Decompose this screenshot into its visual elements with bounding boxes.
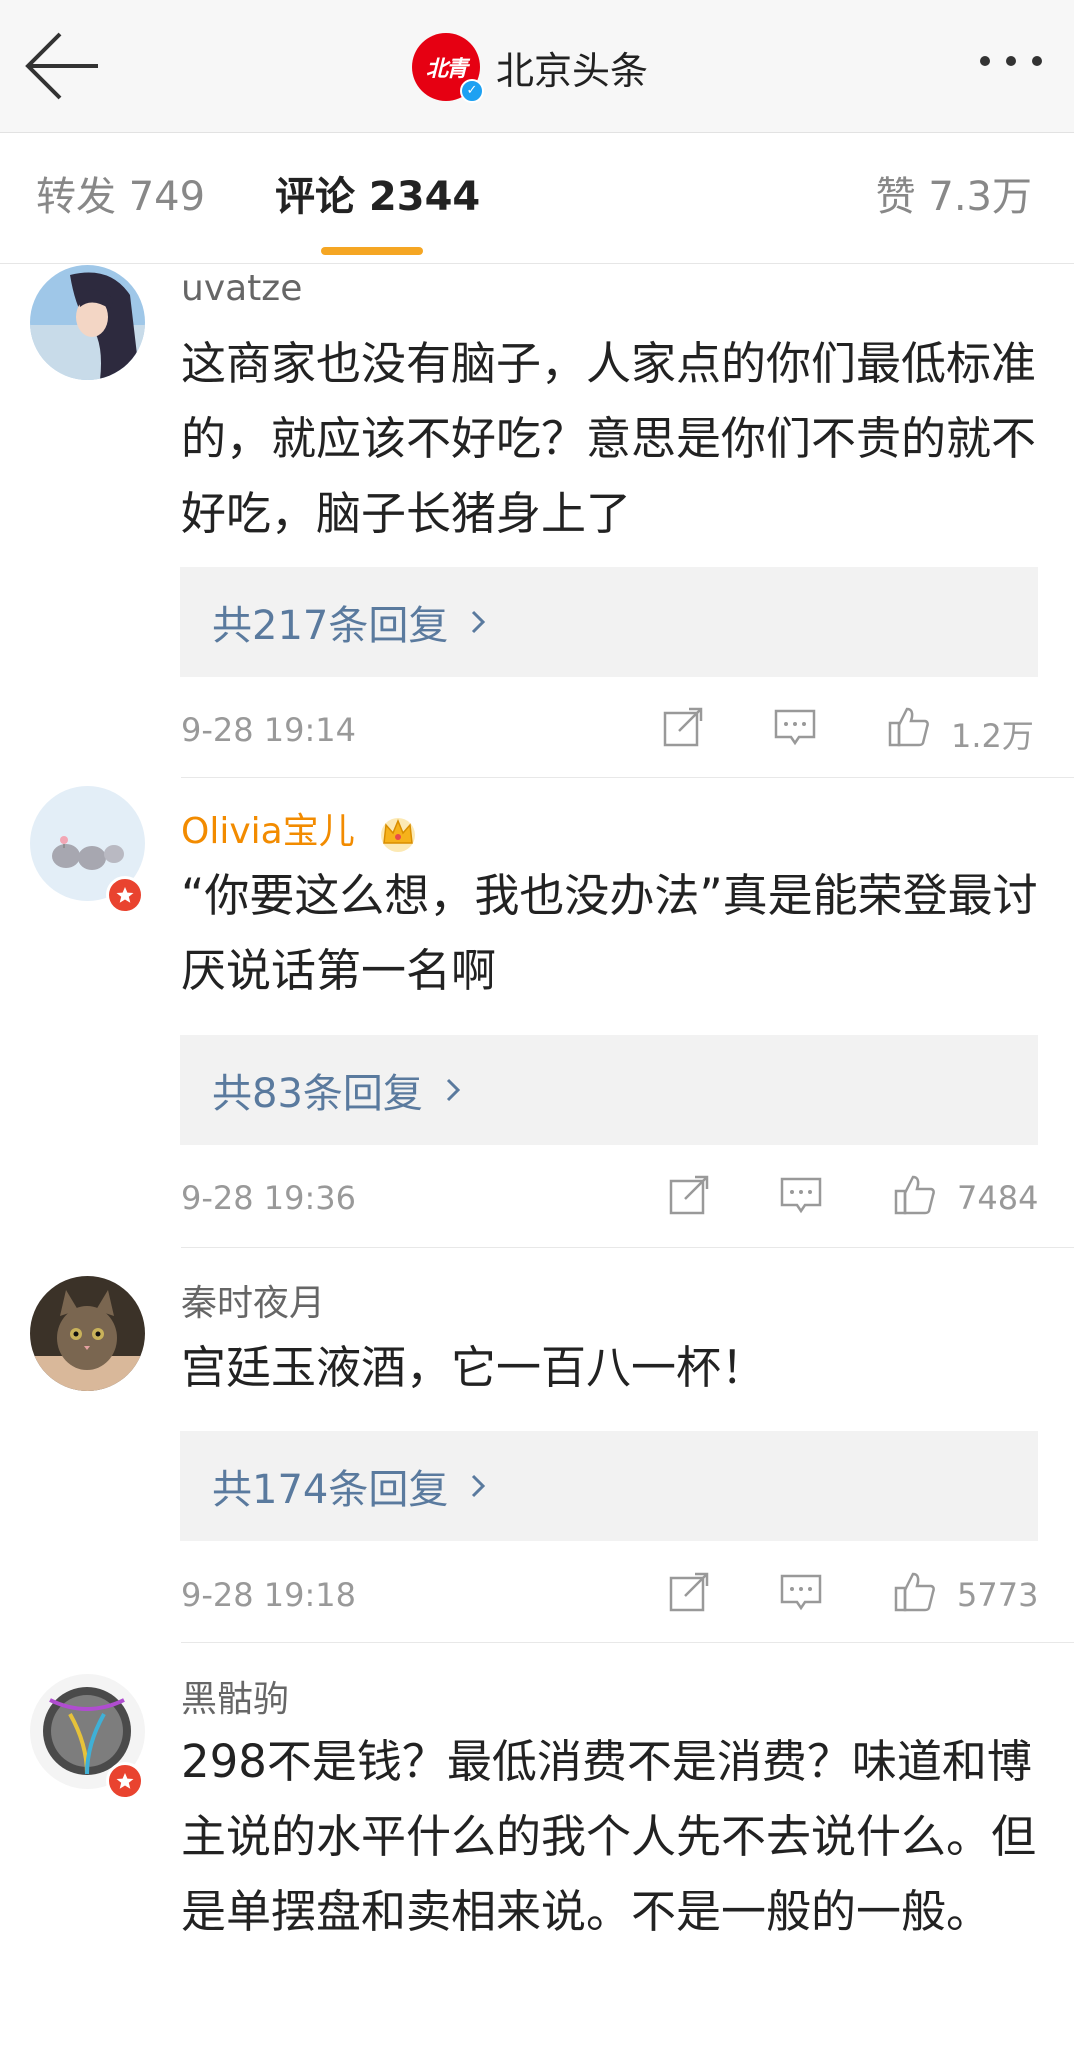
like-count: 1.2万 bbox=[951, 717, 1034, 755]
verified-icon: ✓ bbox=[460, 79, 484, 103]
timestamp: 9-28 19:36 bbox=[181, 1179, 357, 1217]
chevron-right-icon bbox=[472, 1474, 486, 1498]
more-dots-icon bbox=[1006, 56, 1016, 66]
divider bbox=[181, 777, 1074, 778]
timestamp: 9-28 19:18 bbox=[181, 1576, 357, 1614]
comment-icon[interactable] bbox=[773, 705, 817, 749]
username[interactable]: 黑骷驹 bbox=[181, 1670, 289, 1722]
more-dots-icon bbox=[980, 56, 990, 66]
account-header[interactable]: 北青 ✓ 北京头条 bbox=[412, 33, 649, 103]
account-logo: 北青 ✓ bbox=[412, 33, 484, 103]
username[interactable]: Olivia宝儿 bbox=[181, 802, 420, 854]
back-button[interactable] bbox=[22, 28, 102, 104]
comment-meta: 9-28 19:36 7484 bbox=[181, 1173, 1039, 1223]
crown-icon bbox=[381, 818, 416, 852]
like-count: 5773 bbox=[957, 1576, 1039, 1614]
thumbs-up-icon[interactable] bbox=[893, 1570, 937, 1614]
active-tab-indicator bbox=[321, 247, 423, 255]
comment-text: 宫廷玉液酒，它一百八一杯！ bbox=[181, 1341, 767, 1394]
arrow-left-icon bbox=[25, 32, 98, 100]
tab-like[interactable]: 赞 7.3万 bbox=[876, 173, 1032, 221]
avatar[interactable] bbox=[30, 265, 145, 380]
logo-text: 北青 bbox=[425, 56, 468, 82]
like-count: 7484 bbox=[957, 1179, 1039, 1217]
chevron-right-icon bbox=[446, 1078, 461, 1102]
share-icon[interactable] bbox=[667, 1570, 711, 1614]
timestamp: 9-28 19:14 bbox=[181, 711, 357, 749]
tab-comment[interactable]: 评论 2344 bbox=[275, 173, 480, 221]
username[interactable]: 秦时夜月 bbox=[181, 1274, 325, 1326]
comment-icon[interactable] bbox=[779, 1173, 823, 1217]
share-icon[interactable] bbox=[667, 1173, 711, 1217]
more-button[interactable] bbox=[980, 56, 1042, 66]
share-icon[interactable] bbox=[661, 705, 705, 749]
replies-button[interactable]: 共174条回复 bbox=[180, 1431, 1038, 1541]
replies-button[interactable]: 共83条回复 bbox=[180, 1035, 1038, 1145]
more-dots-icon bbox=[1032, 56, 1042, 66]
verified-badge-icon bbox=[106, 876, 144, 914]
comment-meta: 9-28 19:18 5773 bbox=[181, 1570, 1039, 1620]
avatar[interactable] bbox=[30, 1276, 145, 1391]
comment-text: 298不是钱？最低消费不是消费？味道和博主说的水平什么的我个人先不去说什么。但是… bbox=[181, 1735, 1037, 1938]
top-bar: 北青 ✓ 北京头条 bbox=[0, 0, 1074, 133]
chevron-right-icon bbox=[472, 610, 486, 634]
divider bbox=[181, 1642, 1074, 1643]
comment-text: “你要这么想，我也没办法”真是能荣登最讨厌说话第一名啊 bbox=[181, 869, 1038, 997]
replies-count: 共217条回复 bbox=[212, 603, 449, 649]
replies-button[interactable]: 共217条回复 bbox=[180, 567, 1038, 677]
comment-meta: 9-28 19:14 1.2万 bbox=[181, 705, 1039, 755]
verified-badge-icon bbox=[106, 1762, 144, 1800]
divider bbox=[181, 1247, 1074, 1248]
replies-count: 共83条回复 bbox=[212, 1071, 423, 1117]
thumbs-up-icon[interactable] bbox=[887, 705, 931, 749]
replies-count: 共174条回复 bbox=[212, 1467, 449, 1513]
username-text: Olivia宝儿 bbox=[181, 811, 355, 852]
username[interactable]: uvatze bbox=[181, 268, 302, 309]
tab-bar: 转发 749 评论 2344 赞 7.3万 bbox=[0, 133, 1074, 264]
thumbs-up-icon[interactable] bbox=[893, 1173, 937, 1217]
comment-icon[interactable] bbox=[779, 1570, 823, 1614]
comment-text: 这商家也没有脑子，人家点的你们最低标准的，就应该不好吃？意思是你们不贵的就不好吃… bbox=[181, 337, 1037, 540]
page-title: 北京头条 bbox=[496, 48, 649, 93]
tab-repost[interactable]: 转发 749 bbox=[36, 173, 205, 221]
